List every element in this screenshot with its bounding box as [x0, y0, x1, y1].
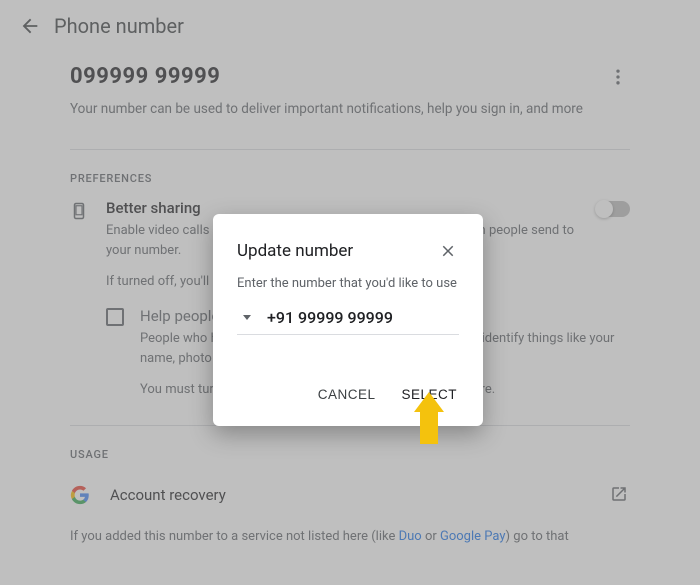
phone-number-page: Phone number 099999 99999 Your number ca… [0, 0, 700, 585]
dialog-prompt: Enter the number that you'd like to use [237, 276, 459, 291]
chevron-down-icon[interactable] [243, 315, 251, 320]
dialog-title: Update number [237, 241, 353, 261]
dialog-header: Update number [237, 240, 459, 262]
tutorial-arrow [414, 392, 444, 444]
close-button[interactable] [437, 240, 459, 262]
phone-number-input[interactable] [265, 307, 472, 328]
cancel-button[interactable]: CANCEL [316, 383, 378, 406]
phone-input-row [237, 307, 459, 335]
